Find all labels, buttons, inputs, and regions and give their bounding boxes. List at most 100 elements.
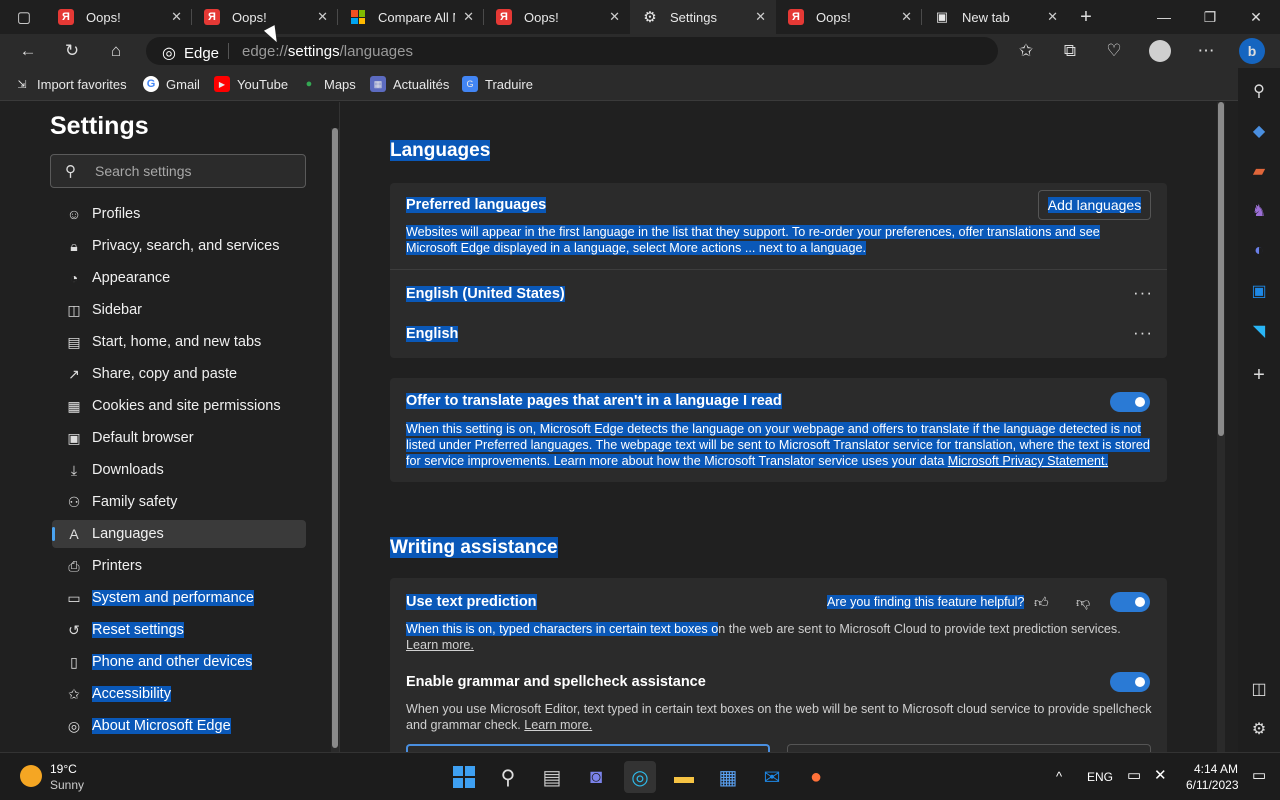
- weather-temp[interactable]: 19°C: [50, 762, 77, 776]
- sidebar-settings-icon[interactable]: ⚙: [1238, 714, 1280, 744]
- search-icon[interactable]: ⚲: [1238, 76, 1280, 106]
- refresh-icon[interactable]: ↻: [58, 38, 86, 64]
- close-tab-icon[interactable]: ✕: [609, 9, 620, 25]
- bookmark-import-favorites[interactable]: ⇲ Import favorites: [14, 76, 126, 92]
- bing-copilot-icon[interactable]: b: [1238, 38, 1266, 64]
- search-icon[interactable]: ⚲: [492, 761, 524, 793]
- office-icon[interactable]: ◐: [1238, 236, 1280, 266]
- nav-about[interactable]: ◎ About Microsoft Edge: [52, 712, 306, 740]
- hide-sidebar-icon[interactable]: ◫: [1238, 674, 1280, 704]
- nav-appearance[interactable]: ◔ Appearance: [52, 264, 306, 292]
- close-tab-icon[interactable]: ✕: [901, 9, 912, 25]
- close-window-icon[interactable]: ✕: [1233, 0, 1279, 34]
- new-tab-icon[interactable]: +: [1072, 4, 1100, 30]
- back-icon[interactable]: ←: [14, 38, 42, 64]
- bookmark-traduire[interactable]: G Traduire: [462, 76, 533, 92]
- more-actions-icon[interactable]: ···: [1133, 323, 1153, 343]
- show-hidden-icons-chevron-icon[interactable]: ^: [1056, 769, 1062, 784]
- nav-profiles[interactable]: ☺ Profiles: [52, 200, 306, 228]
- text-prediction-toggle[interactable]: [1110, 592, 1150, 612]
- search-input[interactable]: [95, 161, 295, 181]
- translate-toggle[interactable]: [1110, 392, 1150, 412]
- more-actions-icon[interactable]: ···: [1133, 283, 1153, 303]
- weather-condition[interactable]: Sunny: [50, 778, 84, 792]
- start-windows-icon[interactable]: [448, 761, 480, 793]
- nav-downloads[interactable]: ⤓ Downloads: [52, 456, 306, 484]
- file-explorer-icon[interactable]: ▬: [668, 761, 700, 793]
- nav-start-home[interactable]: ▤ Start, home, and new tabs: [52, 328, 306, 356]
- learn-more-link[interactable]: Learn more.: [406, 638, 474, 652]
- mail-icon[interactable]: ✉: [756, 761, 788, 793]
- firefox-icon[interactable]: ●: [800, 761, 832, 793]
- profile-avatar-icon[interactable]: [1146, 38, 1174, 64]
- thumbs-down-icon[interactable]: 👎︎: [1076, 594, 1090, 611]
- outlook-icon[interactable]: ▣: [1238, 276, 1280, 306]
- nav-family-safety[interactable]: ⚇ Family safety: [52, 488, 306, 516]
- games-icon[interactable]: ♞: [1238, 196, 1280, 226]
- home-icon[interactable]: ⌂: [102, 38, 130, 64]
- tab-5-active[interactable]: ⚙ Settings ✕: [630, 0, 776, 34]
- performance-icon[interactable]: ♡: [1100, 38, 1128, 64]
- input-language[interactable]: ENG: [1087, 770, 1113, 784]
- nav-scrollbar[interactable]: [331, 128, 339, 752]
- editor-option-selected[interactable]: [406, 744, 770, 752]
- tools-briefcase-icon[interactable]: ▰: [1238, 156, 1280, 186]
- close-tab-icon[interactable]: ✕: [755, 9, 766, 25]
- close-tab-icon[interactable]: ✕: [463, 9, 474, 25]
- add-languages-button[interactable]: Add languages: [1038, 190, 1151, 220]
- volume-muted-icon[interactable]: ✕: [1154, 766, 1167, 784]
- nav-system[interactable]: ▭ System and performance: [52, 584, 306, 612]
- privacy-statement-link[interactable]: Microsoft Privacy Statement.: [948, 454, 1108, 468]
- nav-phone[interactable]: ▯ Phone and other devices: [52, 648, 306, 676]
- collections-icon[interactable]: ⧉: [1056, 38, 1084, 64]
- url-text[interactable]: edge://settings/languages: [242, 43, 413, 60]
- more-menu-icon[interactable]: ⋯: [1192, 38, 1220, 64]
- scrollbar-thumb[interactable]: [1218, 102, 1224, 436]
- tab-3[interactable]: Compare All M ✕: [338, 0, 484, 34]
- tab-7[interactable]: ▣ New tab ✕: [922, 0, 1068, 34]
- bookmark-maps[interactable]: ● Maps: [301, 76, 356, 92]
- close-tab-icon[interactable]: ✕: [171, 9, 182, 25]
- thumbs-up-icon[interactable]: 👍︎: [1034, 594, 1049, 611]
- nav-printers[interactable]: ⎙ Printers: [52, 552, 306, 580]
- clock-date[interactable]: 6/11/2023: [1186, 778, 1239, 792]
- scrollbar-thumb[interactable]: [332, 128, 338, 748]
- search-settings[interactable]: ⚲: [50, 154, 306, 188]
- clock-time[interactable]: 4:14 AM: [1186, 762, 1238, 776]
- edge-taskbar-icon[interactable]: ◎: [624, 761, 656, 793]
- shopping-tag-icon[interactable]: ◆: [1238, 116, 1280, 146]
- nav-accessibility[interactable]: ✩ Accessibility: [52, 680, 306, 708]
- nav-cookies[interactable]: ▦ Cookies and site permissions: [52, 392, 306, 420]
- notification-icon[interactable]: ▭: [1252, 766, 1266, 784]
- tab-actions-icon[interactable]: ▢: [10, 4, 38, 30]
- network-icon[interactable]: ▭: [1127, 766, 1141, 784]
- favorites-icon[interactable]: ✩: [1012, 38, 1040, 64]
- weather-sun-icon[interactable]: [20, 765, 42, 787]
- close-tab-icon[interactable]: ✕: [1047, 9, 1058, 25]
- close-tab-icon[interactable]: ✕: [317, 9, 328, 25]
- nav-sidebar[interactable]: ◫ Sidebar: [52, 296, 306, 324]
- tab-1[interactable]: Я Oops! ✕: [46, 0, 192, 34]
- bookmark-actualites[interactable]: ▦ Actualités: [370, 76, 449, 92]
- bookmark-youtube[interactable]: ▶ YouTube: [214, 76, 288, 92]
- nav-share-copy[interactable]: ↗ Share, copy and paste: [52, 360, 306, 388]
- nav-reset[interactable]: ↺ Reset settings: [52, 616, 306, 644]
- content-scrollbar[interactable]: [1217, 102, 1225, 752]
- send-icon[interactable]: ◥: [1238, 316, 1280, 346]
- nav-languages[interactable]: A Languages: [52, 520, 306, 548]
- editor-option[interactable]: [787, 744, 1151, 752]
- restore-icon[interactable]: ❐: [1187, 0, 1233, 34]
- edge-site-info[interactable]: ◎ Edge: [162, 43, 219, 63]
- nav-privacy[interactable]: 🔒︎ Privacy, search, and services: [52, 232, 306, 260]
- learn-more-link[interactable]: Learn more.: [524, 718, 592, 732]
- grammar-toggle[interactable]: [1110, 672, 1150, 692]
- nav-default-browser[interactable]: ▣ Default browser: [52, 424, 306, 452]
- minimize-icon[interactable]: —: [1141, 0, 1187, 34]
- tab-6[interactable]: Я Oops! ✕: [776, 0, 922, 34]
- store-icon[interactable]: ▦: [712, 761, 744, 793]
- teams-chat-icon[interactable]: ◙: [580, 761, 612, 793]
- bookmark-gmail[interactable]: G Gmail: [143, 76, 200, 92]
- tab-4[interactable]: Я Oops! ✕: [484, 0, 630, 34]
- add-sidebar-app-icon[interactable]: +: [1238, 360, 1280, 390]
- task-view-icon[interactable]: ▤: [536, 761, 568, 793]
